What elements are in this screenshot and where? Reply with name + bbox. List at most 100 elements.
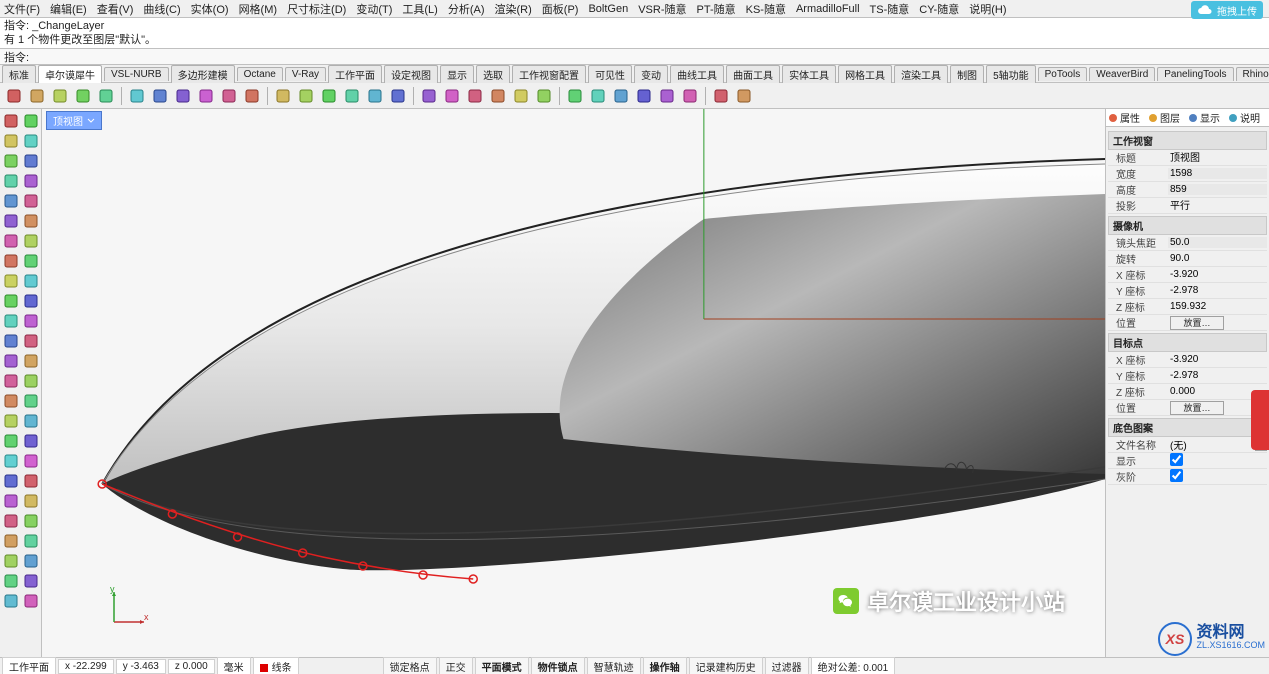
srf-pt-button[interactable] xyxy=(21,231,40,250)
menu-item[interactable]: CY-随意 xyxy=(919,1,959,17)
text-button[interactable] xyxy=(21,211,40,230)
menu-item[interactable]: 变动(T) xyxy=(356,1,392,17)
menu-item[interactable]: 查看(V) xyxy=(97,1,134,17)
property-value[interactable] xyxy=(1170,285,1267,296)
toolbar-tab[interactable]: Octane xyxy=(237,67,283,81)
sb-toggle[interactable]: 记录建构历史 xyxy=(689,657,763,674)
split-button[interactable] xyxy=(21,391,40,410)
sb-cplane[interactable]: 工作平面 xyxy=(2,657,56,674)
group-button[interactable] xyxy=(219,86,239,106)
sel-pts-button[interactable] xyxy=(1,551,20,570)
render-button[interactable] xyxy=(419,86,439,106)
menu-item[interactable]: 面板(P) xyxy=(542,1,579,17)
annotate-button[interactable] xyxy=(21,511,40,530)
box-button[interactable] xyxy=(1,271,20,290)
ungroup-button[interactable] xyxy=(242,86,262,106)
lasso-button[interactable] xyxy=(21,111,40,130)
layers-button[interactable] xyxy=(442,86,462,106)
toolbar-tab[interactable]: 设定视图 xyxy=(384,65,438,83)
circle-button[interactable] xyxy=(1,151,20,170)
sb-toggle[interactable]: 平面模式 xyxy=(475,657,529,674)
menu-item[interactable]: 文件(F) xyxy=(4,1,40,17)
print-button[interactable] xyxy=(73,86,93,106)
viewport-title-tab[interactable]: 顶视图 xyxy=(46,111,102,130)
copy-button[interactable] xyxy=(127,86,147,106)
command-input[interactable] xyxy=(33,50,1265,64)
menu-item[interactable]: 网格(M) xyxy=(239,1,278,17)
property-value[interactable] xyxy=(1170,354,1267,365)
extrude-button[interactable] xyxy=(1,331,20,350)
property-value[interactable] xyxy=(1170,199,1267,210)
toolbar-tab[interactable]: 卓尔谟犀牛 xyxy=(38,65,102,83)
undo-button[interactable] xyxy=(173,86,193,106)
ellipse-button[interactable] xyxy=(21,191,40,210)
sb-toggle[interactable]: 物件锁点 xyxy=(531,657,585,674)
dim-button[interactable] xyxy=(1,511,20,530)
menu-item[interactable]: 说明(H) xyxy=(969,1,1006,17)
sb-layer[interactable]: 线条 xyxy=(253,657,299,674)
toolbar-tab[interactable]: 网格工具 xyxy=(838,65,892,83)
curve-button[interactable] xyxy=(21,131,40,150)
move-button[interactable] xyxy=(1,431,20,450)
panel-tab-显示[interactable]: 显示 xyxy=(1188,110,1220,125)
srf-plane-button[interactable] xyxy=(1,231,20,250)
array-button[interactable] xyxy=(21,471,40,490)
toolbar-tab[interactable]: 选取 xyxy=(476,65,510,83)
toolbar-tab[interactable]: 实体工具 xyxy=(782,65,836,83)
circle3pt-button[interactable] xyxy=(21,151,40,170)
explode-button[interactable] xyxy=(21,411,40,430)
property-value[interactable] xyxy=(1170,439,1255,451)
cut-button[interactable] xyxy=(96,86,116,106)
sb-unit[interactable]: 毫米 xyxy=(217,657,251,674)
boolean-union-button[interactable] xyxy=(1,351,20,370)
sb-toggle[interactable]: 操作轴 xyxy=(643,657,687,674)
menu-item[interactable]: 尺寸标注(D) xyxy=(287,1,346,17)
menu-item[interactable]: 分析(A) xyxy=(448,1,485,17)
toolbar-tab[interactable]: 显示 xyxy=(440,65,474,83)
menu-item[interactable]: BoltGen xyxy=(588,3,628,15)
property-checkbox[interactable] xyxy=(1170,453,1183,466)
snap-button[interactable] xyxy=(657,86,677,106)
torus-button[interactable] xyxy=(1,311,20,330)
boolean-diff-button[interactable] xyxy=(21,351,40,370)
toolbar-tab[interactable]: 工作平面 xyxy=(328,65,382,83)
properties-button[interactable] xyxy=(465,86,485,106)
check-button[interactable] xyxy=(21,531,40,550)
pipe-button[interactable] xyxy=(21,311,40,330)
sphere-button[interactable] xyxy=(21,271,40,290)
property-value[interactable] xyxy=(1170,151,1267,162)
chamfer-button[interactable] xyxy=(21,371,40,390)
menu-item[interactable]: 编辑(E) xyxy=(50,1,87,17)
pointer-button[interactable] xyxy=(1,111,20,130)
show-button[interactable] xyxy=(534,86,554,106)
osnap-button[interactable] xyxy=(680,86,700,106)
place-button[interactable]: 放置… xyxy=(1170,401,1224,415)
property-checkbox[interactable] xyxy=(1170,469,1183,482)
mirror-button[interactable] xyxy=(1,471,20,490)
zoom-window-button[interactable] xyxy=(296,86,316,106)
fillet-button[interactable] xyxy=(1,371,20,390)
toolbar-tab[interactable]: WeaverBird xyxy=(1089,67,1155,81)
hammer-button[interactable] xyxy=(21,591,40,610)
toolbar-tab[interactable]: 曲面工具 xyxy=(726,65,780,83)
help-button[interactable] xyxy=(734,86,754,106)
menu-item[interactable]: 渲染(R) xyxy=(495,1,532,17)
sb-toggle[interactable]: 正交 xyxy=(439,657,473,674)
srf-sweep-button[interactable] xyxy=(21,251,40,270)
menu-item[interactable]: 曲线(C) xyxy=(143,1,180,17)
lock-button[interactable] xyxy=(565,86,585,106)
panel-tab-属性[interactable]: 属性 xyxy=(1108,110,1140,125)
new-button[interactable] xyxy=(4,86,24,106)
zoom-extents-button[interactable] xyxy=(273,86,293,106)
panel-tab-图层[interactable]: 图层 xyxy=(1148,110,1180,125)
toolbar-tab[interactable]: 曲线工具 xyxy=(670,65,724,83)
redo-button[interactable] xyxy=(196,86,216,106)
sb-toggle[interactable]: 锁定格点 xyxy=(383,657,437,674)
shade-button[interactable] xyxy=(388,86,408,106)
toolbar-tab[interactable]: 可见性 xyxy=(588,65,632,83)
copy-obj-button[interactable] xyxy=(21,431,40,450)
perspective-button[interactable] xyxy=(365,86,385,106)
polyline-button[interactable] xyxy=(1,131,20,150)
cloud-upload-button[interactable]: 拖拽上传 xyxy=(1191,1,1263,19)
trim-button[interactable] xyxy=(1,391,20,410)
